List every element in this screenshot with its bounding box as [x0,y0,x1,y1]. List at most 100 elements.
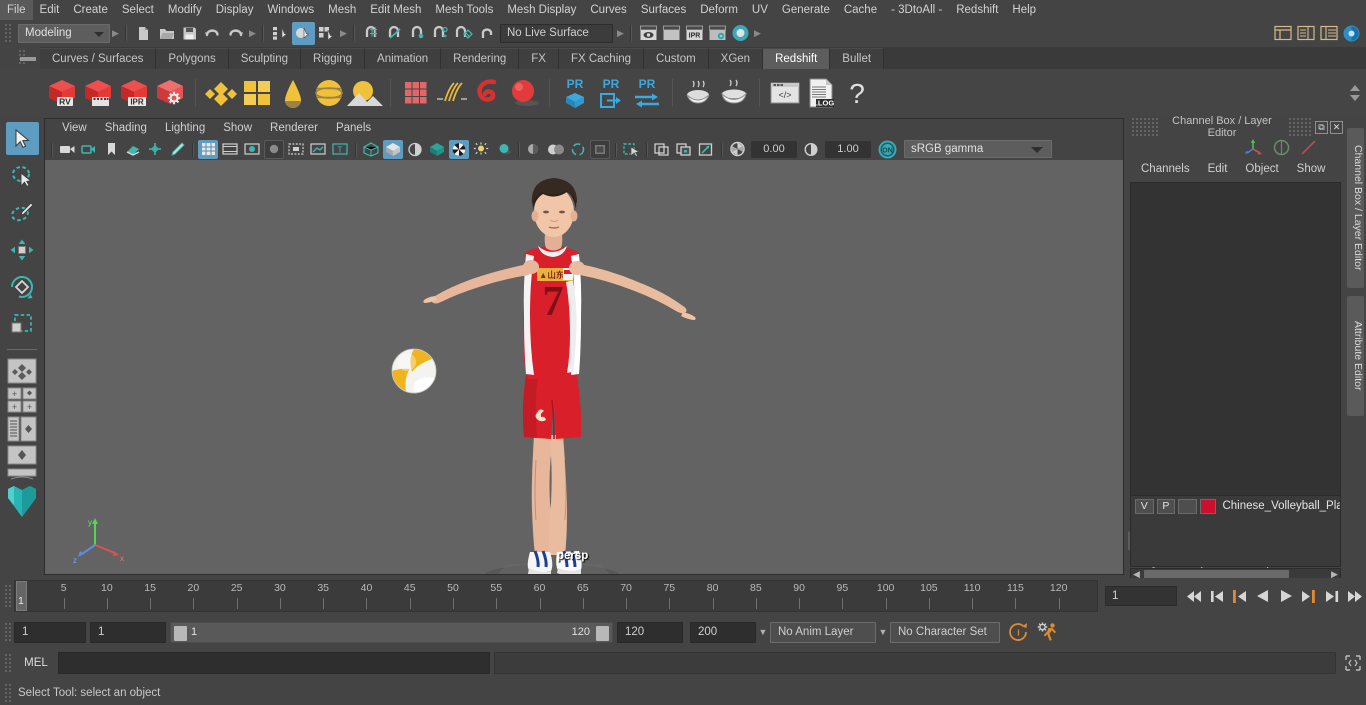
menu-3dtoall[interactable]: - 3DtoAll - [884,0,949,20]
menu-edit[interactable]: Edit [33,0,67,20]
menu-redshift[interactable]: Redshift [949,0,1005,20]
shelf-tab-rigging[interactable]: Rigging [301,48,366,69]
statusline-collapse-5[interactable]: ▶ [752,28,763,39]
menu-curves[interactable]: Curves [583,0,633,20]
command-language-label[interactable]: MEL [14,657,58,669]
channel-box-panel-icon[interactable] [1340,22,1363,45]
lasso-select-tool[interactable] [6,159,39,192]
channelbox-menu-edit[interactable]: Edit [1199,163,1237,175]
range-slider-grip[interactable] [3,621,12,643]
shelf-tab-fx[interactable]: FX [519,48,559,69]
move-tool[interactable] [6,233,39,266]
shelf-scroll-buttons[interactable] [1344,70,1366,116]
gamma-value[interactable]: 1.00 [825,140,871,158]
range-end-field[interactable]: 120 [617,621,683,643]
viewport-menu-renderer[interactable]: Renderer [261,119,327,138]
layer-display-type-toggle[interactable] [1178,498,1197,514]
viewport-menu-show[interactable]: Show [214,119,261,138]
select-by-object-icon[interactable] [292,21,315,45]
time-slider-grip[interactable] [3,583,12,609]
side-tab-attribute-editor[interactable]: Attribute Editor [1347,296,1364,416]
make-live-icon[interactable] [452,22,475,45]
undo-icon[interactable] [201,22,224,45]
step-forward-frame-icon[interactable] [1320,585,1343,607]
perspective-viewport[interactable]: ▲山东 7 y x z persp [45,160,1123,574]
smooth-shade-selected-icon[interactable] [405,140,425,159]
rotate-gizmo-icon[interactable] [1273,139,1290,156]
play-forwards-icon[interactable] [1274,585,1297,607]
use-all-lights-icon[interactable] [493,140,513,159]
channelbox-menu-object[interactable]: Object [1236,163,1287,175]
layer-playback-toggle[interactable]: P [1156,498,1176,514]
menu-display[interactable]: Display [209,0,261,20]
outliner-panel-icon[interactable] [1271,22,1294,45]
redshift-environment-icon[interactable] [311,73,347,113]
redshift-render-view-icon[interactable]: RV [44,73,80,113]
channelbox-menu-show[interactable]: Show [1288,163,1335,175]
layer-color-swatch[interactable] [1199,498,1217,514]
screen-space-ao-icon[interactable] [546,140,566,159]
shelf-tab-rendering[interactable]: Rendering [441,48,520,69]
ipr-render-icon[interactable]: IPR [683,22,706,45]
layer-row[interactable]: V P Chinese_Volleyball_Pla [1131,496,1340,514]
title-safe-icon[interactable]: T [330,140,350,159]
attribute-editor-panel-icon[interactable] [1294,22,1317,45]
menu-select[interactable]: Select [115,0,161,20]
statusline-collapse-1[interactable]: ▶ [110,28,121,39]
animation-start-field[interactable]: 1 [14,621,86,643]
animation-end-field[interactable]: 200 [690,621,756,643]
hypershade-persp-layout[interactable] [4,468,40,482]
select-by-component-icon[interactable] [315,22,338,45]
redshift-sky-icon[interactable] [347,73,383,113]
menu-modify[interactable]: Modify [161,0,209,20]
new-scene-icon[interactable] [132,22,155,45]
xray-joints-icon[interactable] [674,140,694,159]
shelf-tab-sculpting[interactable]: Sculpting [228,48,302,69]
color-management-toggle-icon[interactable]: ON [875,140,899,159]
script-editor-icon[interactable] [1340,655,1366,671]
shelf-tab-curves-surfaces[interactable]: Curves / Surfaces [40,48,157,69]
step-back-frame-icon[interactable] [1205,585,1228,607]
auto-keyframe-icon[interactable]: I [1008,622,1029,642]
character-set-field[interactable]: No Character Set [890,621,1000,643]
menu-create[interactable]: Create [66,0,115,20]
range-start-handle[interactable] [174,625,187,641]
menu-uv[interactable]: UV [745,0,775,20]
menu-cache[interactable]: Cache [837,0,884,20]
snap-to-curve-icon[interactable] [383,22,406,45]
panel-grip[interactable] [1130,116,1158,138]
redshift-pr-transfer-icon[interactable]: PR [629,73,665,113]
shelf-collapse-icon[interactable] [20,57,36,61]
smooth-shade-all-icon[interactable] [383,139,403,159]
layer-visibility-toggle[interactable]: V [1135,498,1154,514]
play-backwards-icon[interactable] [1251,585,1274,607]
film-origin-icon[interactable] [286,140,306,159]
menu-file[interactable]: File [0,0,33,20]
viewport-menu-lighting[interactable]: Lighting [156,119,214,138]
select-camera-icon[interactable] [57,140,77,159]
shelf-scroll-up-icon[interactable] [1350,85,1360,91]
redshift-help-icon[interactable]: ? [839,73,875,113]
range-start-field[interactable]: 1 [90,621,166,643]
render-settings-icon[interactable] [706,22,729,45]
redshift-hair-icon[interactable] [434,73,470,113]
redo-icon[interactable] [224,22,247,45]
use-default-lighting-icon[interactable] [471,140,491,159]
shelf-tab-animation[interactable]: Animation [365,48,442,69]
toggle-hypershade-icon[interactable] [729,22,752,45]
viewport-menu-panels[interactable]: Panels [327,119,380,138]
render-current-frame-icon[interactable] [660,22,683,45]
display-layer-list[interactable]: V P Chinese_Volleyball_Pla [1130,495,1341,567]
redshift-sphere-light-icon[interactable] [506,73,542,113]
go-to-start-icon[interactable] [1182,585,1205,607]
viewport-menu-view[interactable]: View [53,119,96,138]
shelf-tab-custom[interactable]: Custom [644,48,709,69]
image-plane-icon[interactable] [123,140,143,159]
select-tool[interactable] [5,122,39,155]
camera-attributes-icon[interactable] [79,140,99,159]
exposure-value[interactable]: 0.00 [751,140,797,158]
exposure-icon[interactable] [727,140,747,159]
save-scene-icon[interactable] [178,22,201,45]
close-icon[interactable]: ✕ [1330,120,1343,134]
redshift-bake-hot-icon[interactable] [680,73,716,113]
